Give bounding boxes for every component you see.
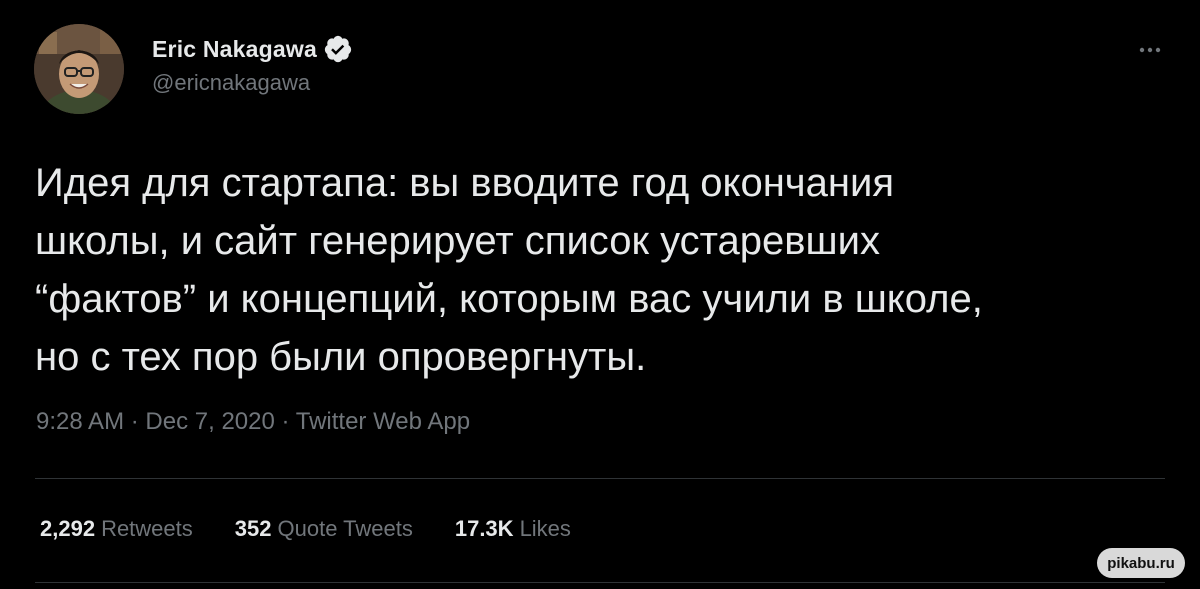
avatar[interactable] [34,24,124,114]
more-options-icon[interactable] [1128,38,1172,62]
tweet-stats: 2,292 Retweets 352 Quote Tweets 17.3K Likes [40,516,613,542]
likes-label: Likes [519,516,571,541]
author-handle[interactable]: @ericnakagawa [152,70,353,96]
tweet-text: Идея для стартапа: вы вводите год оконча… [35,161,983,379]
tweet-source[interactable]: Twitter Web App [296,408,470,435]
tweet-card: Eric Nakagawa @ericnakagawa Идея для ста… [0,0,1200,589]
divider [35,582,1165,583]
quote-tweets-count: 352 [234,516,272,541]
avatar-photo [34,24,124,114]
tweet-meta: 9:28 AM · Dec 7, 2020 · Twitter Web App [36,408,470,436]
tweet-time[interactable]: 9:28 AM [36,408,124,435]
divider [35,478,1165,479]
more-options-dots [1139,47,1161,53]
quote-tweets-label: Quote Tweets [277,516,413,541]
author-name-row: Eric Nakagawa [152,32,353,66]
meta-separator: · [130,408,146,435]
retweets-label: Retweets [101,516,193,541]
likes-count: 17.3K [454,516,514,541]
quote-tweets-stat[interactable]: 352 Quote Tweets [235,516,413,542]
retweets-stat[interactable]: 2,292 Retweets [40,516,193,542]
author-name[interactable]: Eric Nakagawa [152,36,317,63]
tweet-date[interactable]: Dec 7, 2020 [145,408,274,435]
retweets-count: 2,292 [40,516,96,541]
meta-separator: · [281,408,296,435]
watermark: pikabu.ru [1097,548,1185,578]
verified-badge-icon [324,35,352,63]
likes-stat[interactable]: 17.3K Likes [455,516,571,542]
author-block: Eric Nakagawa @ericnakagawa [152,32,353,96]
